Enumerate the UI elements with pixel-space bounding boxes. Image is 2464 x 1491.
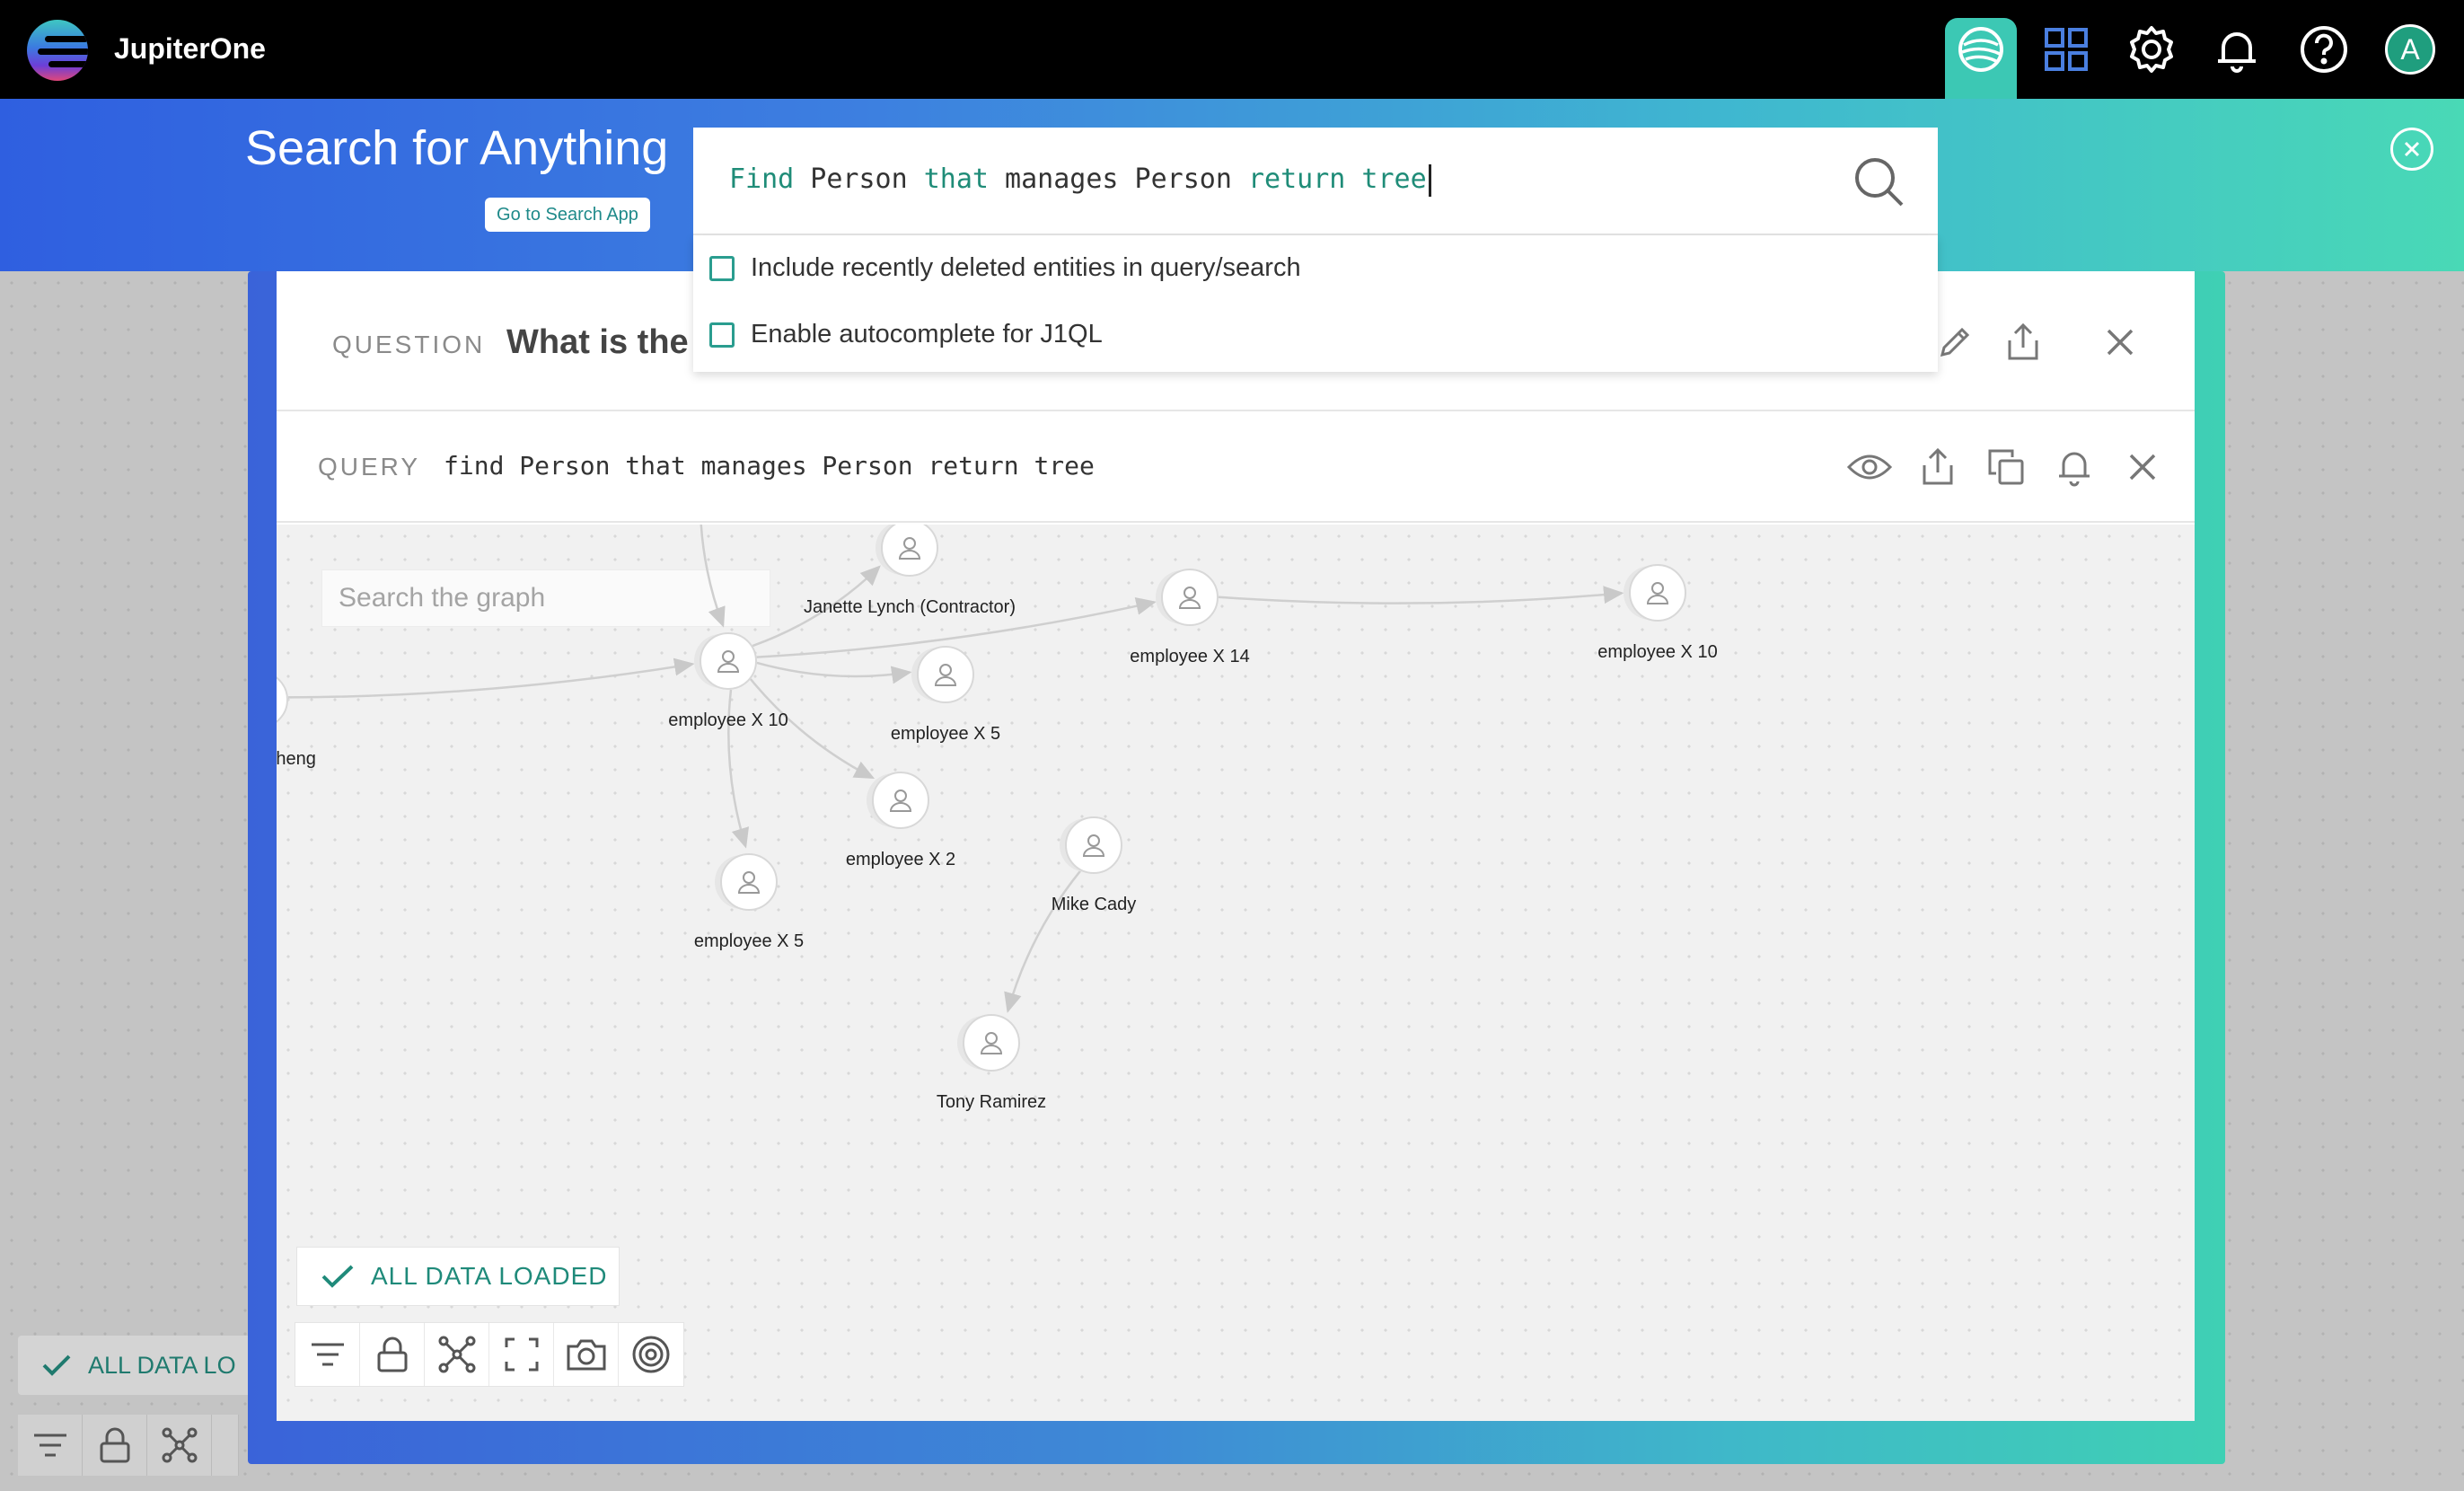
- autocomplete-label: Enable autocomplete for J1QL: [751, 320, 1103, 348]
- graph-node-label: employee X 5: [891, 724, 1000, 744]
- close-query-icon[interactable]: [2117, 442, 2168, 492]
- graph-edge: [700, 525, 726, 628]
- question-modal: QUESTION What is the QUERY find Person t…: [277, 271, 2195, 1421]
- close-search-icon[interactable]: [2390, 128, 2433, 171]
- background-loaded-label: ALL DATA LO: [88, 1351, 236, 1379]
- graph-node-x10[interactable]: employee X 10: [668, 632, 788, 730]
- fullscreen-icon[interactable]: [212, 1415, 239, 1476]
- edit-icon[interactable]: [1931, 318, 1979, 366]
- query-token: that: [923, 163, 989, 195]
- include-deleted-checkbox[interactable]: [709, 255, 735, 281]
- check-icon: [42, 1354, 71, 1376]
- graph-node-label: employee X 2: [846, 850, 955, 869]
- graph-node-erkang[interactable]: Erkang Zheng: [277, 672, 316, 769]
- top-bar: JupiterOne A: [0, 0, 2464, 99]
- search-band-title: Search for Anything: [245, 121, 669, 175]
- graph-edge: [1218, 586, 1624, 604]
- gear-icon[interactable]: [2124, 22, 2179, 77]
- alert-bell-icon[interactable]: [2049, 442, 2099, 492]
- graph-node-label: employee X 14: [1130, 647, 1249, 666]
- apps-grid-icon[interactable]: [2038, 22, 2094, 77]
- close-question-icon[interactable]: [2096, 318, 2144, 366]
- graph-layout-icon[interactable]: [147, 1415, 212, 1476]
- graph-node-label: employee X 10: [668, 710, 788, 730]
- query-token: return tree: [1247, 163, 1427, 195]
- graph-node-label: Janette Lynch (Contractor): [804, 597, 1016, 617]
- query-text: find Person that manages Person return t…: [444, 451, 1095, 481]
- graph-node-x10b[interactable]: employee X 10: [1597, 564, 1718, 662]
- graph-node-x5a[interactable]: employee X 5: [891, 646, 1000, 744]
- search-icon[interactable]: [1850, 153, 1907, 210]
- share-icon[interactable]: [1999, 318, 2047, 366]
- filter-icon[interactable]: [295, 1323, 360, 1386]
- graph-node-label: Erkang Zheng: [277, 749, 316, 769]
- share-query-icon[interactable]: [1913, 442, 1963, 492]
- graph-node-tony[interactable]: Tony Ramirez: [937, 1014, 1046, 1112]
- question-label: QUESTION: [332, 331, 486, 358]
- graph-edge: [287, 657, 695, 699]
- lock-icon[interactable]: [360, 1323, 425, 1386]
- query-token: Person: [794, 163, 924, 195]
- graph-node-label: employee X 5: [694, 931, 804, 951]
- bell-icon[interactable]: [2209, 22, 2265, 77]
- fullscreen-icon[interactable]: [489, 1323, 554, 1386]
- graph-layout-icon[interactable]: [425, 1323, 489, 1386]
- lock-icon[interactable]: [83, 1415, 147, 1476]
- help-icon[interactable]: [2296, 22, 2352, 77]
- target-icon[interactable]: [619, 1323, 683, 1386]
- global-search-box[interactable]: Find Person that manages Person return t…: [693, 128, 1938, 235]
- graph-toolbar: [295, 1322, 684, 1387]
- graph-node-mike[interactable]: Mike Cady: [1052, 816, 1136, 914]
- brand-name: JupiterOne: [114, 32, 266, 65]
- query-token: manages Person: [989, 163, 1248, 195]
- data-loaded-label: ALL DATA LOADED: [371, 1262, 608, 1290]
- camera-icon[interactable]: [554, 1323, 619, 1386]
- search-query-input[interactable]: Find Person that manages Person return t…: [729, 163, 1431, 197]
- query-label: QUERY: [318, 453, 421, 481]
- background-toolbar: [18, 1415, 239, 1476]
- graph-node-x14[interactable]: employee X 14: [1130, 569, 1250, 666]
- avatar[interactable]: A: [2385, 24, 2435, 75]
- graph-node-x5b[interactable]: employee X 5: [694, 853, 804, 951]
- include-deleted-option[interactable]: Include recently deleted entities in que…: [709, 253, 1301, 283]
- copy-icon[interactable]: [1981, 442, 2031, 492]
- go-to-search-app-button[interactable]: Go to Search App: [485, 198, 650, 232]
- include-deleted-label: Include recently deleted entities in que…: [751, 253, 1301, 282]
- filter-icon[interactable]: [18, 1415, 83, 1476]
- graph-edge: [1004, 869, 1082, 1013]
- search-options-dropdown: Include recently deleted entities in que…: [693, 235, 1938, 372]
- search-globe-icon[interactable]: [1953, 22, 2009, 77]
- autocomplete-checkbox[interactable]: [709, 322, 735, 348]
- check-icon: [321, 1265, 354, 1288]
- autocomplete-option[interactable]: Enable autocomplete for J1QL: [709, 320, 1103, 349]
- data-loaded-status: ALL DATA LOADED: [296, 1247, 620, 1306]
- query-row: QUERY find Person that manages Person re…: [277, 413, 2195, 523]
- jupiterone-logo-icon[interactable]: [27, 20, 88, 81]
- text-caret: [1428, 163, 1431, 197]
- query-token: Find: [729, 163, 795, 195]
- graph-node-label: employee X 10: [1597, 642, 1717, 662]
- background-loaded-status: ALL DATA LO: [18, 1336, 260, 1395]
- eye-icon[interactable]: [1844, 442, 1895, 492]
- graph-node-label: Mike Cady: [1052, 895, 1136, 914]
- graph-node-label: Tony Ramirez: [937, 1092, 1046, 1112]
- graph-edge: [756, 661, 912, 684]
- graph-node-x2[interactable]: employee X 2: [846, 772, 955, 869]
- graph-canvas[interactable]: employee X 4employee X 11Janette Lynch (…: [277, 525, 2195, 1421]
- graph-node-janette[interactable]: Janette Lynch (Contractor): [804, 525, 1016, 617]
- question-text: What is the: [506, 323, 689, 361]
